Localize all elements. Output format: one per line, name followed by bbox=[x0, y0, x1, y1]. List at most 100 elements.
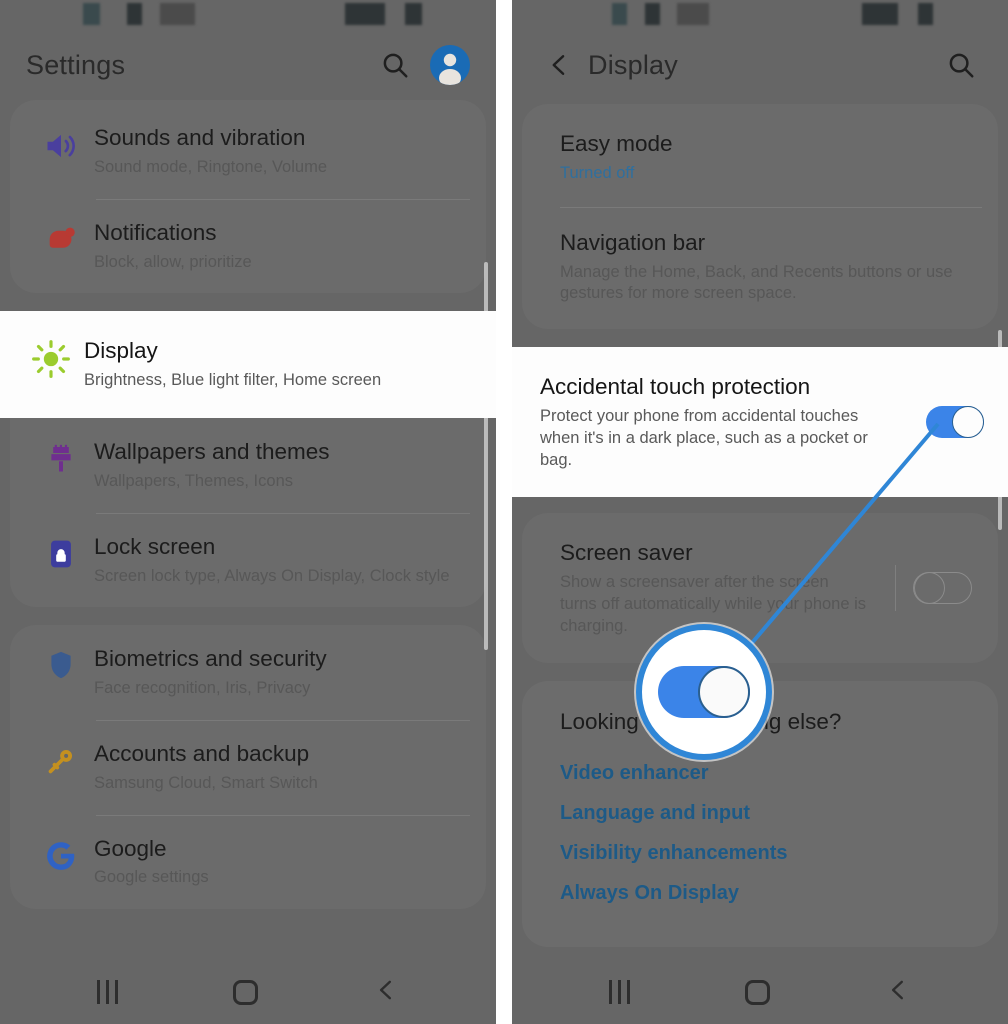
sidebar-item-text: Display Brightness, Blue light filter, H… bbox=[84, 337, 474, 392]
accidental-touch-toggle-wrap bbox=[910, 406, 984, 439]
home-icon[interactable] bbox=[232, 979, 258, 1005]
accidental-touch-protection-toggle[interactable] bbox=[926, 406, 984, 439]
page-title: Settings bbox=[26, 49, 126, 80]
sidebar-item-title: Display bbox=[84, 338, 158, 364]
sidebar-item-text: Notifications Block, allow, prioritize bbox=[94, 219, 464, 274]
back-icon[interactable] bbox=[373, 975, 399, 1010]
key-icon bbox=[28, 740, 94, 778]
sidebar-item-title: Accounts and backup bbox=[94, 740, 310, 766]
sidebar-item-notifications[interactable]: Notifications Block, allow, prioritize bbox=[10, 198, 486, 294]
display-item-title: Accidental touch protection bbox=[540, 374, 811, 400]
sidebar-item-subtitle: Sound mode, Ringtone, Volume bbox=[94, 157, 327, 176]
status-icon-3 bbox=[677, 3, 709, 25]
page-title: Display bbox=[588, 49, 678, 80]
sidebar-item-subtitle: Face recognition, Iris, Privacy bbox=[94, 679, 311, 698]
display-item-title: Navigation bar bbox=[560, 229, 706, 255]
brightness-sun-icon bbox=[18, 337, 84, 379]
toggle-divider bbox=[895, 565, 896, 612]
volume-speaker-icon bbox=[28, 124, 94, 164]
sidebar-item-sounds[interactable]: Sounds and vibration Sound mode, Rington… bbox=[10, 104, 486, 199]
screen-saver-toggle[interactable] bbox=[913, 571, 972, 605]
display-item-title: Easy mode bbox=[560, 131, 673, 156]
recents-icon[interactable] bbox=[609, 980, 631, 1004]
sidebar-item-title: Sounds and vibration bbox=[94, 125, 306, 150]
display-item-text: Accidental touch protection Protect your… bbox=[540, 373, 910, 471]
sidebar-item-title: Wallpapers and themes bbox=[94, 438, 330, 464]
sidebar-item-subtitle: Samsung Cloud, Smart Switch bbox=[94, 773, 318, 792]
sidebar-item-text: Accounts and backup Samsung Cloud, Smart… bbox=[94, 740, 464, 795]
google-g-icon bbox=[28, 835, 94, 873]
right-phone-panel: Display Easy mode Turned off Navigation … bbox=[512, 0, 1008, 1024]
left-phone-panel: Settings Sounds and vibration Sound mode… bbox=[0, 0, 496, 1024]
status-bar bbox=[0, 0, 496, 30]
status-icon-4 bbox=[405, 3, 422, 25]
sidebar-item-subtitle: Brightness, Blue light filter, Home scre… bbox=[84, 371, 382, 390]
recents-icon[interactable] bbox=[97, 980, 119, 1004]
display-item-subtitle: Protect your phone from accidental touch… bbox=[540, 406, 868, 469]
status-icon-2 bbox=[127, 3, 142, 25]
notifications-bell-icon bbox=[28, 219, 94, 257]
status-icon-2 bbox=[645, 3, 660, 25]
status-icon-battery bbox=[862, 3, 898, 25]
looking-link-visibility-enhancements[interactable]: Visibility enhancements bbox=[560, 833, 960, 873]
screenshot-stage: Settings Sounds and vibration Sound mode… bbox=[0, 0, 1008, 1024]
status-icon-battery bbox=[345, 3, 385, 25]
display-item-easy-mode[interactable]: Easy mode Turned off bbox=[522, 108, 998, 207]
display-item-screen-saver[interactable]: Screen saver Show a screensaver after th… bbox=[522, 513, 998, 663]
settings-card-accounts: Biometrics and security Face recognition… bbox=[10, 625, 486, 909]
sidebar-item-display[interactable]: Display Brightness, Blue light filter, H… bbox=[0, 311, 496, 418]
sidebar-item-text: Wallpapers and themes Wallpapers, Themes… bbox=[94, 438, 464, 493]
sidebar-item-title: Google bbox=[94, 835, 167, 861]
sidebar-item-subtitle: Screen lock type, Always On Display, Clo… bbox=[94, 566, 450, 585]
search-icon[interactable] bbox=[374, 44, 416, 86]
display-item-accidental-touch-protection[interactable]: Accidental touch protection Protect your… bbox=[512, 347, 1008, 498]
display-item-status: Turned off bbox=[560, 163, 635, 182]
display-item-navigation-bar[interactable]: Navigation bar Manage the Home, Back, an… bbox=[522, 206, 998, 329]
shield-icon bbox=[28, 645, 94, 681]
sidebar-item-text: Biometrics and security Face recognition… bbox=[94, 645, 464, 700]
right-app-bar: Display bbox=[512, 30, 1008, 100]
display-item-text: Navigation bar Manage the Home, Back, an… bbox=[560, 229, 972, 305]
left-app-bar: Settings bbox=[0, 30, 496, 100]
magnified-toggle-knob bbox=[698, 666, 750, 718]
sidebar-item-wallpapers[interactable]: Wallpapers and themes Wallpapers, Themes… bbox=[10, 418, 486, 513]
sidebar-item-title: Notifications bbox=[94, 219, 217, 245]
sidebar-item-lock-screen[interactable]: Lock screen Screen lock type, Always On … bbox=[10, 512, 486, 608]
account-avatar-icon[interactable] bbox=[430, 45, 470, 85]
status-icon-3 bbox=[160, 3, 195, 25]
magnified-toggle bbox=[658, 666, 750, 718]
sidebar-item-text: Lock screen Screen lock type, Always On … bbox=[94, 533, 464, 588]
magnified-toggle-callout bbox=[636, 624, 772, 760]
search-icon[interactable] bbox=[940, 44, 982, 86]
display-item-text: Screen saver Show a screensaver after th… bbox=[560, 539, 879, 637]
sidebar-item-subtitle: Wallpapers, Themes, Icons bbox=[94, 471, 293, 490]
sidebar-item-accounts-backup[interactable]: Accounts and backup Samsung Cloud, Smart… bbox=[10, 719, 486, 815]
looking-link-language-and-input[interactable]: Language and input bbox=[560, 793, 960, 833]
display-card-general: Easy mode Turned off Navigation bar Mana… bbox=[522, 104, 998, 329]
toggle-knob bbox=[952, 406, 984, 439]
sidebar-item-title: Lock screen bbox=[94, 533, 216, 559]
status-icon-1 bbox=[612, 3, 627, 25]
sidebar-item-google[interactable]: Google Google settings bbox=[10, 814, 486, 910]
sidebar-item-subtitle: Google settings bbox=[94, 868, 209, 887]
lock-screen-icon bbox=[28, 533, 94, 571]
looking-link-video-enhancer[interactable]: Video enhancer bbox=[560, 753, 960, 793]
sidebar-item-text: Sounds and vibration Sound mode, Rington… bbox=[94, 124, 464, 179]
back-chevron-icon[interactable] bbox=[542, 44, 576, 86]
sidebar-item-text: Google Google settings bbox=[94, 835, 464, 890]
screen-saver-toggle-wrap bbox=[879, 565, 972, 612]
looking-link-always-on-display[interactable]: Always On Display bbox=[560, 873, 960, 913]
sidebar-item-subtitle: Block, allow, prioritize bbox=[94, 252, 252, 271]
home-icon[interactable] bbox=[744, 979, 770, 1005]
display-item-subtitle: Manage the Home, Back, and Recents butto… bbox=[560, 262, 953, 303]
display-item-text: Easy mode Turned off bbox=[560, 130, 972, 185]
display-item-title: Screen saver bbox=[560, 540, 693, 566]
settings-card-sounds: Sounds and vibration Sound mode, Rington… bbox=[10, 100, 486, 293]
status-bar bbox=[512, 0, 1008, 30]
sidebar-item-biometrics[interactable]: Biometrics and security Face recognition… bbox=[10, 625, 486, 720]
display-card-screensaver: Screen saver Show a screensaver after th… bbox=[522, 513, 998, 663]
settings-card-personalization: Wallpapers and themes Wallpapers, Themes… bbox=[10, 418, 486, 607]
right-navigation-bar bbox=[512, 960, 1008, 1024]
paint-brush-icon bbox=[28, 438, 94, 476]
back-icon[interactable] bbox=[885, 975, 911, 1010]
